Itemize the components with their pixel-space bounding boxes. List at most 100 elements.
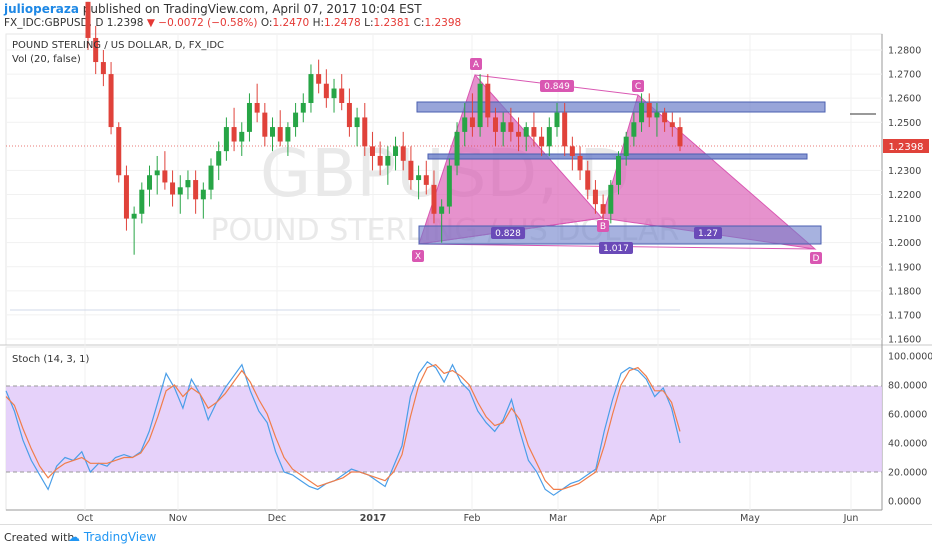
candle-body	[439, 206, 445, 214]
candle-body	[270, 127, 276, 137]
candle-body	[400, 146, 406, 161]
candle-body	[354, 117, 360, 128]
point-d-label: D	[813, 254, 820, 264]
ratio-ac-label: 0.849	[544, 82, 570, 92]
target-zone[interactable]	[418, 225, 822, 245]
time-axis[interactable]: Oct Nov Dec 2017 Feb Mar Apr May Jun	[77, 513, 859, 524]
candle-body	[639, 102, 645, 123]
time-tick-label: 2017	[360, 513, 386, 524]
price-tick-label: 1.2700	[888, 70, 921, 81]
candle-body	[585, 170, 591, 190]
candle-body	[293, 112, 299, 128]
time-tick-label: May	[740, 513, 760, 524]
candle-body	[147, 175, 153, 190]
candle-body	[531, 127, 537, 137]
candle-body	[308, 74, 314, 103]
candle-body	[646, 102, 652, 118]
time-tick-label: Jun	[843, 513, 859, 524]
candle-body	[85, 1, 91, 38]
candle-body	[331, 88, 337, 99]
time-tick-label: Feb	[464, 513, 481, 524]
candle-body	[469, 117, 475, 128]
candle-body	[108, 74, 114, 128]
candle-body	[631, 122, 637, 137]
candle-body	[454, 131, 460, 166]
candle-body	[669, 122, 675, 128]
candle-body	[346, 102, 352, 128]
footer: Created with ☁ TradingView	[0, 524, 932, 551]
stoch-tick-label: 20.0000	[888, 468, 927, 479]
candle-body	[546, 127, 552, 147]
created-with-text: Created with	[4, 531, 75, 544]
stoch-tick-label: 0.0000	[888, 497, 921, 508]
candle-body	[516, 131, 522, 137]
candle-body	[131, 213, 137, 219]
price-tick-label: 1.1800	[888, 286, 921, 297]
candle-body	[316, 74, 322, 84]
tradingview-brand[interactable]: ☁ TradingView	[68, 530, 156, 544]
candle-body	[170, 182, 176, 195]
candle-body	[569, 146, 575, 156]
candle-body	[231, 127, 237, 142]
ratio-xb-label: 0.828	[495, 229, 521, 239]
time-tick-label: Nov	[169, 513, 188, 524]
price-tick-label: 1.2800	[888, 46, 921, 57]
candle-body	[100, 62, 106, 75]
candle-body	[123, 175, 129, 219]
point-c-label: C	[635, 82, 641, 92]
price-tick-label: 1.2100	[888, 214, 921, 225]
point-a-label: A	[473, 60, 480, 70]
candle-body	[523, 127, 529, 137]
point-x-label: X	[415, 252, 421, 262]
price-tick-label: 1.2600	[888, 94, 921, 105]
candle-body	[677, 127, 683, 147]
candle-body	[477, 83, 483, 128]
candle-body	[200, 189, 206, 200]
candle-body	[423, 175, 429, 185]
candle-body	[592, 189, 598, 205]
stoch-tick-label: 60.0000	[888, 410, 927, 421]
main-legend-title: POUND STERLING / US DOLLAR, D, FX_IDC	[12, 40, 224, 51]
ratio-bd-label: 1.27	[698, 229, 718, 239]
candle-body	[393, 146, 399, 156]
candle-body	[416, 175, 422, 181]
time-tick-label: Apr	[650, 513, 667, 524]
stoch-legend: Stoch (14, 3, 1)	[12, 354, 89, 365]
price-axis[interactable]: 1.2800 1.2700 1.2600 1.2500 1.2300 1.2200 1.21…	[888, 46, 921, 346]
candle-body	[369, 146, 375, 156]
candle-body	[623, 136, 629, 156]
candle-body	[216, 151, 222, 166]
candle-body	[377, 155, 383, 166]
candle-body	[492, 117, 498, 132]
time-tick-label: Oct	[77, 513, 94, 524]
candle-body	[246, 102, 252, 132]
last-price-tag-text: 1.2398	[889, 142, 924, 153]
candle-body	[431, 184, 437, 214]
price-tick-label: 1.1900	[888, 262, 921, 273]
candle-body	[385, 155, 391, 166]
candle-body	[554, 112, 560, 128]
candle-body	[654, 112, 660, 118]
tradingview-label: TradingView	[83, 530, 157, 544]
stoch-band	[6, 386, 882, 472]
candle-body	[239, 131, 245, 142]
candle-body	[662, 112, 668, 123]
candle-body	[154, 170, 160, 176]
candle-body	[223, 127, 229, 152]
candle-body	[508, 122, 514, 132]
stoch-tick-label: 100.0000	[888, 352, 932, 363]
price-tick-label: 1.2200	[888, 190, 921, 201]
candle-body	[408, 160, 414, 181]
candle-body	[615, 155, 621, 185]
stoch-axis[interactable]: 100.0000 80.0000 60.0000 40.0000 20.0000 0.00…	[888, 352, 932, 508]
candle-body	[446, 165, 452, 207]
candle-body	[139, 189, 145, 214]
candle-body	[485, 83, 491, 118]
candle-body	[185, 180, 191, 188]
candle-body	[562, 112, 568, 147]
candle-body	[285, 127, 291, 142]
chart-canvas[interactable]: GBPUSD, D POUND STERLING / US DOLLAR X A…	[0, 0, 932, 524]
stoch-tick-label: 80.0000	[888, 381, 927, 392]
price-tick-label: 1.1700	[888, 310, 921, 321]
candle-body	[500, 122, 506, 132]
